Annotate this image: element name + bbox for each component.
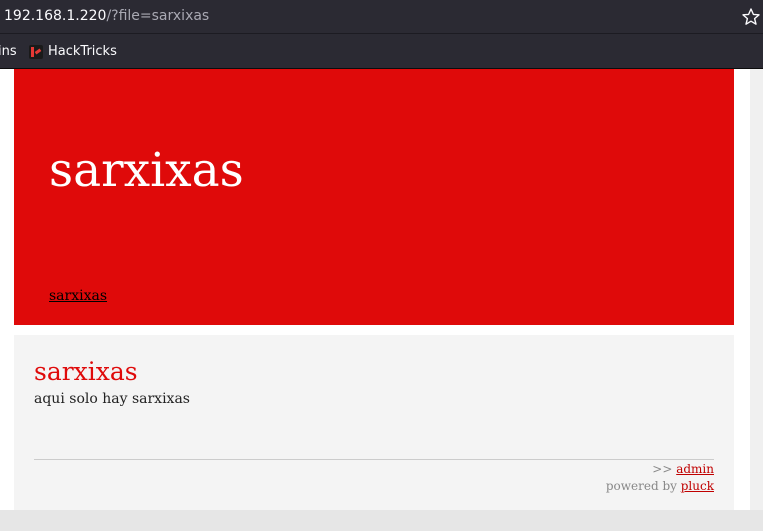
footer-admin-prefix: >>: [652, 462, 673, 476]
hacktricks-icon: [29, 44, 43, 59]
pluck-link[interactable]: pluck: [681, 479, 714, 493]
page: sarxixas sarxixas sarxixas aqui solo hay…: [0, 69, 750, 510]
nav-link-sarxixas[interactable]: sarxixas: [49, 288, 107, 304]
bookmark-hacktricks[interactable]: HackTricks: [29, 44, 117, 59]
url-text[interactable]: 192.168.1.220/?file=sarxixas: [4, 8, 209, 24]
divider: [34, 459, 714, 460]
star-icon[interactable]: [741, 7, 761, 27]
bookmark-label: ins: [0, 44, 17, 59]
site-header: sarxixas sarxixas: [14, 69, 734, 325]
admin-link[interactable]: admin: [676, 462, 714, 476]
site-title: sarxixas: [49, 143, 244, 198]
horizontal-scrollbar[interactable]: [0, 510, 763, 531]
vertical-scrollbar[interactable]: [750, 69, 763, 510]
url-host: 192.168.1.220: [4, 8, 107, 24]
content-box: sarxixas aqui solo hay sarxixas >> admin…: [14, 335, 734, 510]
page-heading: sarxixas: [34, 357, 138, 386]
bookmarks-toolbar: ins HackTricks: [0, 34, 763, 69]
url-path: /?file=sarxixas: [106, 8, 210, 24]
footer-powered-prefix: powered by: [605, 479, 677, 493]
page-viewport: sarxixas sarxixas sarxixas aqui solo hay…: [0, 69, 763, 531]
bookmark-item[interactable]: ins: [0, 44, 17, 59]
footer-admin: >> admin: [652, 462, 714, 476]
page-text: aqui solo hay sarxixas: [34, 391, 190, 407]
bookmark-label: HackTricks: [48, 44, 117, 59]
footer-powered: powered by pluck: [606, 479, 714, 493]
browser-url-bar[interactable]: 192.168.1.220/?file=sarxixas: [0, 0, 763, 34]
